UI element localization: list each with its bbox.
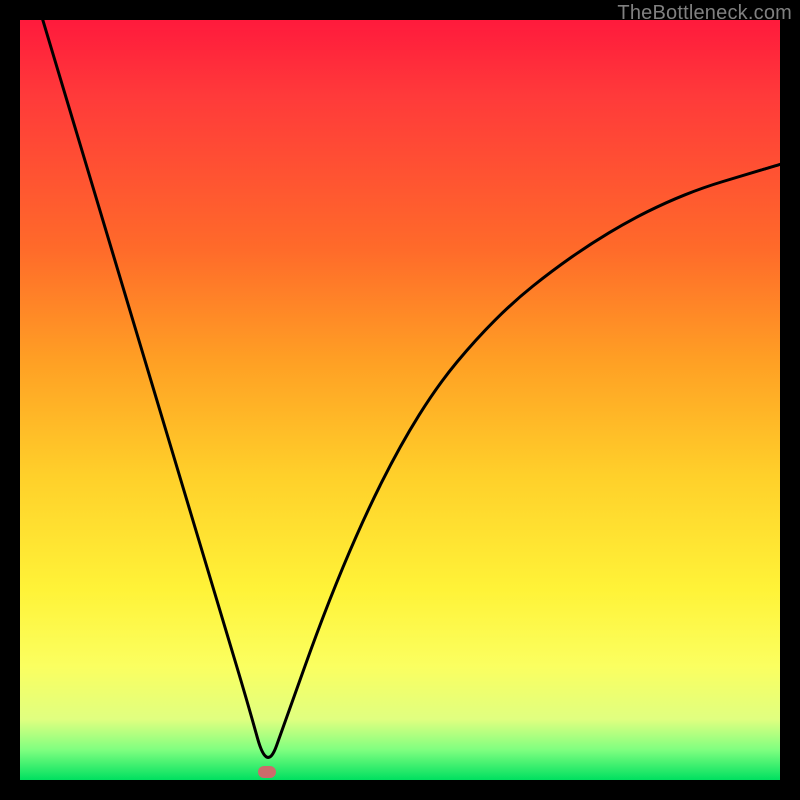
chart-frame [20,20,780,780]
optimal-point-marker [258,766,276,778]
bottleneck-curve [43,20,780,757]
chart-svg [20,20,780,780]
